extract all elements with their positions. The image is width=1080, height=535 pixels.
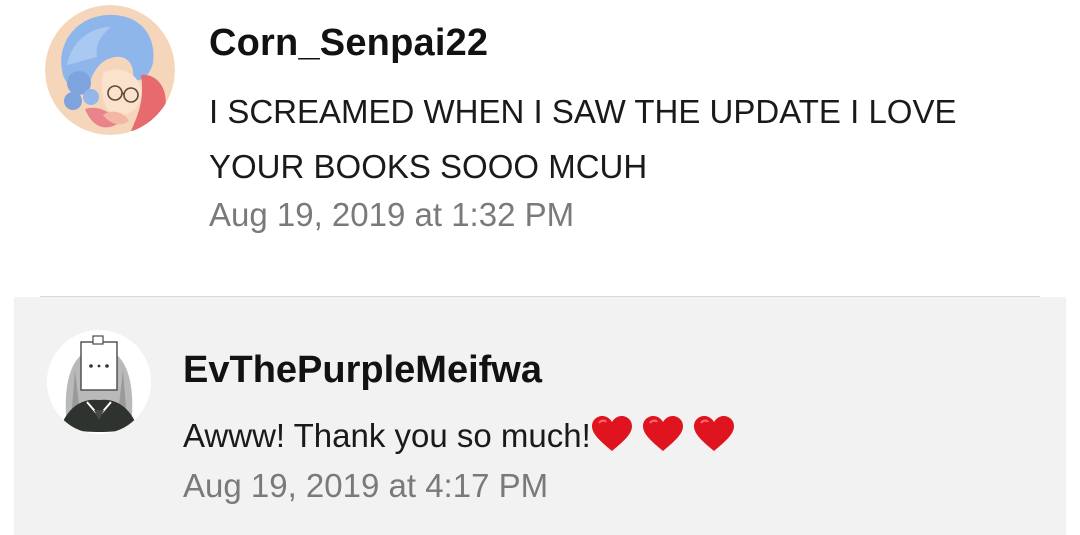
red-heart-icon <box>694 416 735 451</box>
reply-timestamp: Aug 19, 2019 at 4:17 PM <box>183 467 549 504</box>
reply-body-line: Awww! Thank you so much! <box>183 415 735 463</box>
anime-character-avatar-icon <box>47 330 151 434</box>
reply-username[interactable]: EvThePurpleMeifwa <box>183 349 542 392</box>
avatar[interactable] <box>47 330 151 434</box>
heart-emoji-group <box>591 415 735 463</box>
red-heart-icon <box>642 416 683 451</box>
reply-body: Awww! Thank you so much! <box>183 417 591 454</box>
red-heart-icon <box>591 416 632 451</box>
comment-thread: Corn_Senpai22 I SCREAMED WHEN I SAW THE … <box>0 0 1080 535</box>
reply-item: EvThePurpleMeifwa Awww! Thank you so muc… <box>14 297 1066 535</box>
comment-username[interactable]: Corn_Senpai22 <box>209 22 488 65</box>
comment-timestamp: Aug 19, 2019 at 1:32 PM <box>209 196 575 233</box>
comment-body: I SCREAMED WHEN I SAW THE UPDATE I LOVE … <box>209 93 957 185</box>
avatar[interactable] <box>45 5 175 135</box>
anime-character-avatar-icon <box>45 5 175 135</box>
comment-item: Corn_Senpai22 I SCREAMED WHEN I SAW THE … <box>0 0 1080 296</box>
